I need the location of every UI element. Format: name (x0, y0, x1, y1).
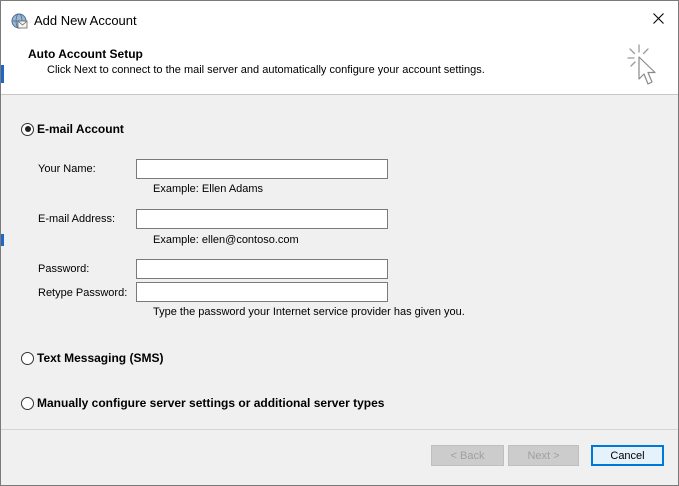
back-button[interactable]: < Back (431, 445, 504, 466)
text-messaging-label: Text Messaging (SMS) (37, 351, 164, 365)
cursor-sparkle-icon (625, 43, 665, 93)
your-name-label: Your Name: (38, 163, 96, 175)
email-address-label: E-mail Address: (38, 213, 116, 225)
option-text-messaging[interactable]: Text Messaging (SMS) (21, 351, 163, 365)
email-address-input[interactable] (136, 209, 388, 229)
option-manual-configure[interactable]: Manually configure server settings or ad… (21, 396, 384, 410)
mail-account-icon (10, 12, 28, 30)
close-button[interactable] (638, 1, 678, 39)
manual-configure-radio[interactable] (21, 396, 34, 410)
your-name-input[interactable] (136, 159, 388, 179)
password-label: Password: (38, 263, 90, 275)
window-title: Add New Account (34, 13, 137, 28)
text-messaging-radio[interactable] (21, 351, 34, 365)
option-email-account[interactable]: E-mail Account (21, 122, 124, 136)
close-icon (652, 13, 664, 27)
retype-password-label: Retype Password: (38, 287, 128, 299)
manual-configure-label: Manually configure server settings or ad… (37, 396, 385, 410)
title-bar: Add New Account (1, 1, 678, 39)
password-hint: Type the password your Internet service … (153, 306, 465, 318)
email-address-hint: Example: ellen@contoso.com (153, 234, 299, 246)
email-account-label: E-mail Account (37, 122, 124, 136)
password-input[interactable] (136, 259, 388, 279)
page-title: Auto Account Setup (28, 47, 143, 61)
background-edge (1, 65, 4, 83)
your-name-hint: Example: Ellen Adams (153, 183, 264, 195)
next-button[interactable]: Next > (508, 445, 579, 466)
page-subtitle: Click Next to connect to the mail server… (47, 64, 485, 76)
cancel-button[interactable]: Cancel (591, 445, 664, 466)
wizard-header: Auto Account Setup Click Next to connect… (1, 39, 678, 95)
add-new-account-dialog: Add New Account Auto Account Setup Click… (0, 0, 679, 486)
footer-divider (1, 429, 678, 430)
background-edge-lower (1, 234, 4, 246)
email-account-radio[interactable] (21, 122, 34, 136)
retype-password-input[interactable] (136, 282, 388, 302)
